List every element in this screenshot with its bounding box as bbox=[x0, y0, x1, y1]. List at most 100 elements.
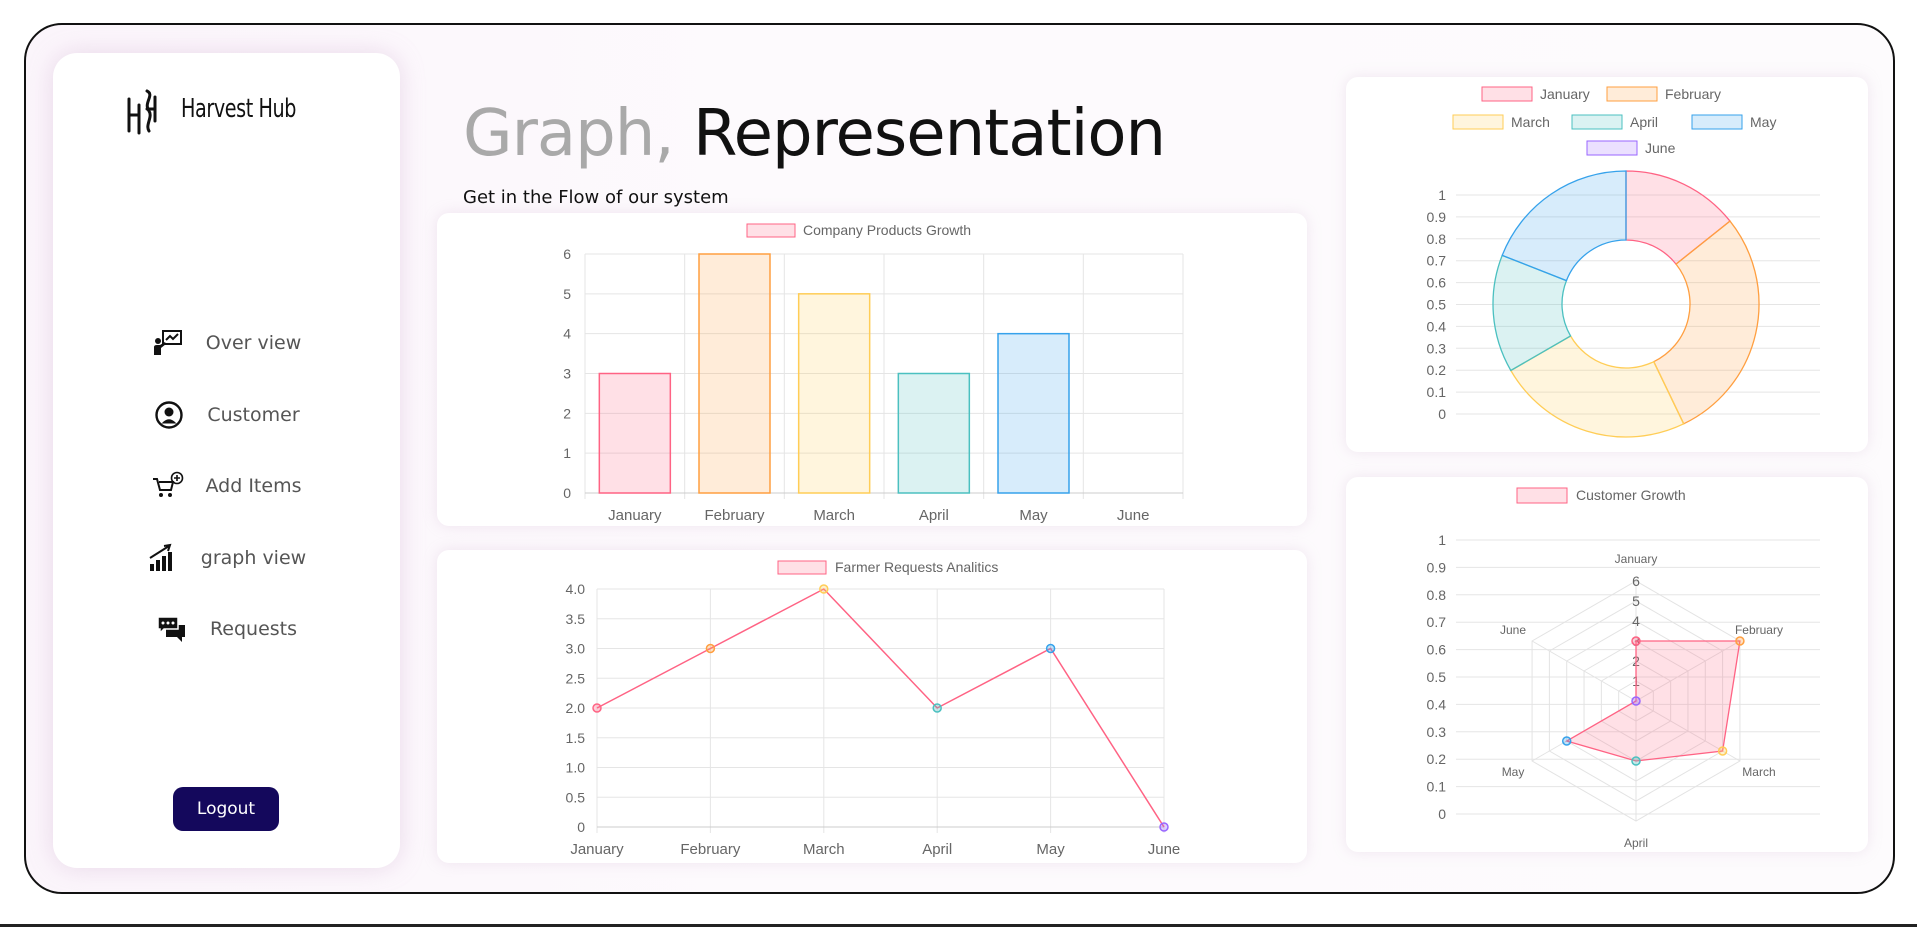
y-tick-label: 0.7 bbox=[1427, 614, 1447, 630]
doughnut-chart: January February March April May June 0 0.1 0.2 0… bbox=[1427, 86, 1820, 438]
y-tick-label: 0.5 bbox=[1427, 297, 1447, 313]
legend-swatch bbox=[1516, 487, 1568, 504]
data-point bbox=[1631, 636, 1641, 646]
legend-swatch bbox=[1691, 114, 1743, 130]
legend-label: June bbox=[1645, 140, 1676, 156]
radar-axis-label: May bbox=[1502, 765, 1525, 779]
legend-swatch bbox=[1571, 114, 1623, 130]
sidebar-item-requests[interactable]: Requests bbox=[53, 609, 400, 649]
y-tick-label: 0.2 bbox=[1427, 362, 1447, 378]
bar bbox=[797, 293, 871, 494]
legend-label: Customer Growth bbox=[1576, 487, 1686, 503]
chart-up-icon bbox=[149, 543, 172, 571]
legend-swatch bbox=[1481, 86, 1533, 102]
x-tick-label: April bbox=[919, 507, 949, 524]
legend-label: February bbox=[1665, 86, 1721, 102]
app-frame: Harvest Hub Over view Customer Add Items… bbox=[24, 23, 1895, 894]
sidebar-item-graph-view[interactable]: graph view bbox=[53, 538, 400, 578]
radar-axis-label: January bbox=[1615, 552, 1658, 566]
sidebar-item-overview[interactable]: Over view bbox=[53, 323, 400, 363]
y-tick-label: 0.9 bbox=[1427, 209, 1447, 225]
presentation-icon bbox=[153, 330, 182, 355]
x-tick-label: June bbox=[1148, 841, 1181, 858]
data-point bbox=[1159, 822, 1169, 832]
x-tick-label: May bbox=[1019, 507, 1048, 524]
y-tick-label: 1 bbox=[1438, 532, 1446, 548]
y-tick-label: 0.8 bbox=[1427, 231, 1447, 247]
y-tick-label: 0.2 bbox=[1427, 751, 1447, 767]
y-tick-label: 0.9 bbox=[1427, 559, 1447, 575]
doughnut-chart-card: January February March April May June 0 0.1 0.2 0… bbox=[1346, 77, 1868, 452]
y-tick-label: 4.0 bbox=[566, 581, 586, 597]
legend-swatch bbox=[1452, 114, 1504, 130]
data-point bbox=[1631, 696, 1641, 706]
y-tick-label: 3.0 bbox=[566, 641, 586, 657]
data-point bbox=[592, 703, 602, 713]
line-chart-card: Farmer Requests Analitics 0 0.5 1.0 1.5 2.0 2.… bbox=[437, 550, 1307, 863]
data-point bbox=[1735, 636, 1745, 646]
legend-label: April bbox=[1630, 114, 1658, 130]
page-title: Graph, Representation bbox=[463, 97, 1166, 171]
hh-logo-icon bbox=[127, 89, 157, 135]
y-tick-label: 5 bbox=[563, 286, 571, 302]
bar bbox=[997, 332, 1070, 494]
y-tick-label: 0.6 bbox=[1427, 275, 1447, 291]
legend-label: Company Products Growth bbox=[803, 222, 971, 238]
radar-chart: Customer Growth 0 0.1 0.2 0.3 0.4 0.5 0.6 0.7 0.8… bbox=[1427, 487, 1820, 850]
data-point bbox=[705, 643, 716, 654]
bar-chart-card: Company Products Growth 0 1 2 3 4 5 6 January Feb… bbox=[437, 213, 1307, 526]
y-tick-label: 0.1 bbox=[1427, 779, 1447, 795]
data-point bbox=[1045, 643, 1056, 654]
data-point bbox=[1631, 756, 1641, 766]
legend-swatch bbox=[746, 223, 796, 238]
sidebar: Harvest Hub Over view Customer Add Items… bbox=[53, 53, 400, 868]
legend-label: March bbox=[1511, 114, 1550, 130]
legend-label: Farmer Requests Analitics bbox=[835, 559, 998, 575]
y-tick-label: 0.3 bbox=[1427, 724, 1447, 740]
sidebar-item-label: Over view bbox=[205, 332, 302, 354]
line-chart: Farmer Requests Analitics 0 0.5 1.0 1.5 2.0 2.… bbox=[566, 559, 1181, 858]
x-tick-label: April bbox=[922, 841, 952, 858]
page-subtitle: Get in the Flow of our system bbox=[463, 187, 729, 208]
y-tick-label: 6 bbox=[563, 246, 571, 262]
data-point bbox=[819, 584, 829, 594]
legend-swatch bbox=[777, 560, 827, 575]
y-tick-label: 2 bbox=[563, 405, 571, 421]
y-tick-label: 0.7 bbox=[1427, 253, 1447, 269]
radar-axis-label: June bbox=[1500, 623, 1526, 637]
y-tick-label: 2.5 bbox=[566, 670, 586, 686]
y-tick-label: 0 bbox=[577, 819, 585, 835]
radar-area bbox=[1565, 640, 1741, 762]
user-circle-icon bbox=[155, 401, 184, 429]
y-tick-label: 0.8 bbox=[1427, 587, 1447, 603]
sidebar-item-label: graph view bbox=[200, 547, 307, 569]
logout-button[interactable]: Logout bbox=[173, 787, 279, 831]
radar-tick-label: 4 bbox=[1632, 613, 1640, 629]
bar-chart: Company Products Growth 0 1 2 3 4 5 6 January Feb… bbox=[563, 222, 1184, 524]
legend-label: January bbox=[1540, 86, 1590, 102]
data-point bbox=[1561, 736, 1572, 746]
bar bbox=[598, 372, 672, 494]
y-tick-label: 0.6 bbox=[1427, 642, 1447, 658]
radar-tick-label: 6 bbox=[1632, 573, 1640, 589]
legend-swatch bbox=[1586, 140, 1638, 156]
radar-tick-label: 5 bbox=[1632, 593, 1640, 609]
sidebar-item-add-items[interactable]: Add Items bbox=[53, 466, 400, 506]
sidebar-item-customer[interactable]: Customer bbox=[53, 395, 400, 435]
page-title-part1: Graph, bbox=[463, 97, 675, 171]
y-tick-label: 1 bbox=[1438, 187, 1446, 203]
y-tick-label: 0 bbox=[1438, 406, 1446, 422]
y-tick-label: 3 bbox=[563, 366, 571, 382]
y-tick-label: 0.3 bbox=[1427, 340, 1447, 356]
brand: Harvest Hub bbox=[125, 79, 321, 139]
y-tick-label: 1 bbox=[563, 445, 571, 461]
x-tick-label: January bbox=[608, 507, 662, 524]
x-tick-label: March bbox=[803, 841, 845, 858]
y-tick-label: 4 bbox=[563, 326, 571, 342]
x-tick-label: May bbox=[1036, 841, 1065, 858]
radar-chart-card: Customer Growth 0 0.1 0.2 0.3 0.4 0.5 0.6 0.7 0.8… bbox=[1346, 477, 1868, 852]
radar-axis-label: April bbox=[1624, 836, 1648, 850]
legend-swatch bbox=[1606, 86, 1658, 102]
x-tick-label: February bbox=[704, 507, 765, 524]
x-tick-label: March bbox=[813, 507, 855, 524]
